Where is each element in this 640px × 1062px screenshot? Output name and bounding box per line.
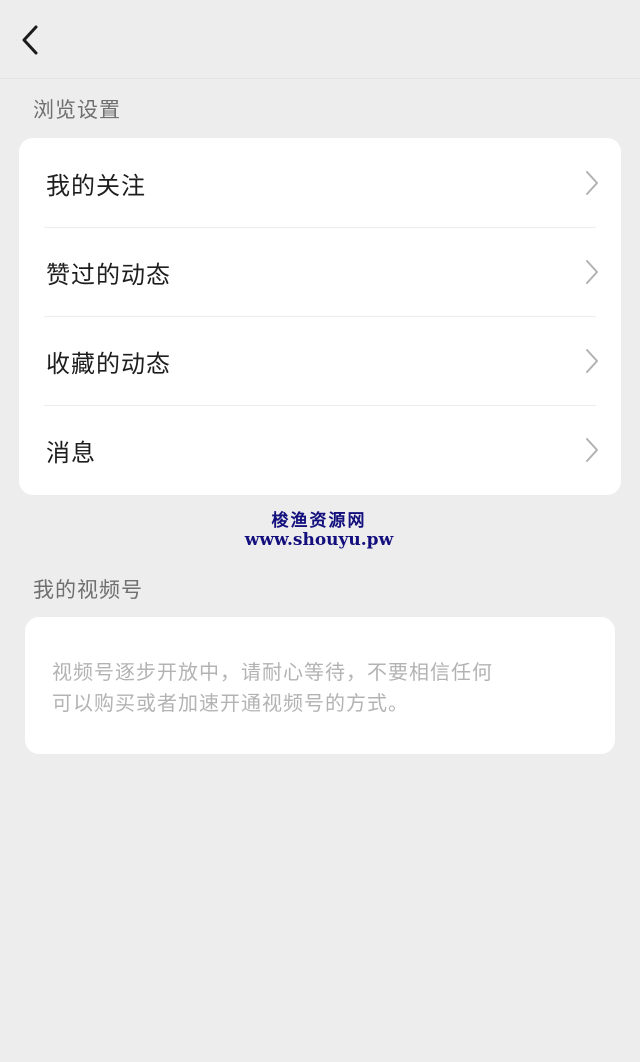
menu-item-label: 我的关注	[46, 172, 146, 200]
menu-item-label: 收藏的动态	[46, 350, 171, 378]
chevron-right-icon	[586, 171, 598, 195]
back-button[interactable]	[14, 18, 54, 62]
channel-notice-text: 视频号逐步开放中，请耐心等待，不要相信任何 可以购买或者加速开通视频号的方式。	[52, 657, 552, 719]
browse-settings-card: 我的关注 赞过的动态 收藏的动态 消息	[19, 138, 621, 495]
watermark-title: 梭渔资源网	[271, 511, 367, 531]
notice-line: 可以购买或者加速开通视频号的方式。	[52, 691, 409, 715]
menu-item-liked-posts[interactable]: 赞过的动态	[19, 227, 621, 316]
channel-notice-card: 视频号逐步开放中，请耐心等待，不要相信任何 可以购买或者加速开通视频号的方式。	[25, 617, 615, 754]
browse-settings-heading: 浏览设置	[33, 98, 121, 122]
my-channel-heading: 我的视频号	[33, 578, 143, 602]
chevron-right-icon	[586, 260, 598, 284]
menu-item-label: 赞过的动态	[46, 261, 171, 289]
menu-item-messages[interactable]: 消息	[19, 405, 621, 494]
chevron-right-icon	[586, 438, 598, 462]
watermark-url: www.shouyu.pw	[244, 530, 394, 550]
menu-item-saved-posts[interactable]: 收藏的动态	[19, 316, 621, 405]
top-bar	[0, 0, 640, 79]
chevron-right-icon	[586, 349, 598, 373]
chevron-left-icon	[22, 25, 38, 55]
menu-item-label: 消息	[46, 439, 96, 467]
menu-item-my-follows[interactable]: 我的关注	[19, 138, 621, 227]
notice-line: 视频号逐步开放中，请耐心等待，不要相信任何	[52, 660, 493, 684]
